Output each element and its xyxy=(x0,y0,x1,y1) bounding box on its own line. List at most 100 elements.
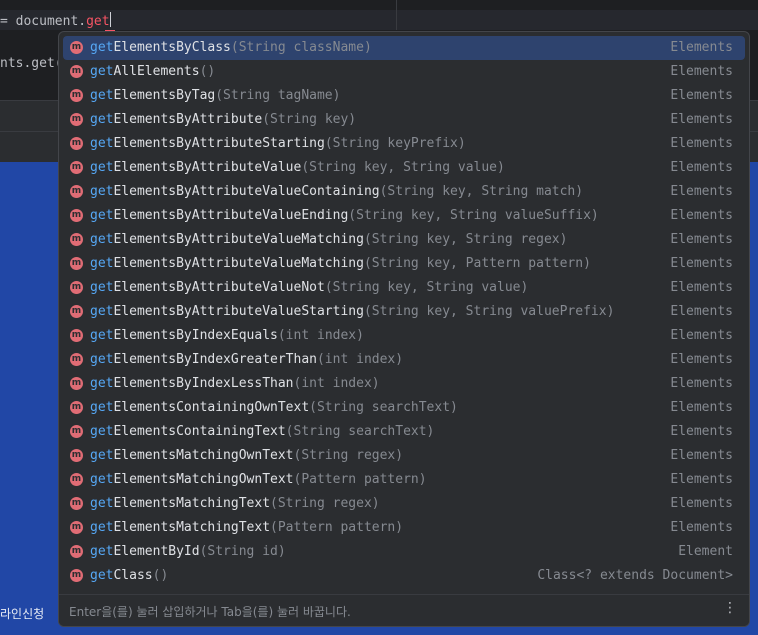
method-params: (String key, String value) xyxy=(324,280,529,295)
method-signature: getElementsContainingOwnText(String sear… xyxy=(90,400,458,415)
background-text: 라인신청 xyxy=(0,607,45,621)
method-icon: m xyxy=(70,257,83,270)
method-icon: m xyxy=(70,233,83,246)
method-params: (String keyPrefix) xyxy=(324,136,466,151)
match-highlight: get xyxy=(90,256,114,271)
footer-hint: Enter을(를) 눌러 삽입하거나 Tab을(를) 눌러 바꿉니다. xyxy=(69,605,351,619)
completion-footer: Enter을(를) 눌러 삽입하거나 Tab을(를) 눌러 바꿉니다. ⋮ xyxy=(59,594,749,626)
editor-split-divider xyxy=(396,0,397,30)
method-icon: m xyxy=(70,473,83,486)
method-signature: getElementsByAttributeValueMatching(Stri… xyxy=(90,256,591,271)
method-name: ElementsByAttributeValueMatching xyxy=(113,232,364,247)
method-params: (String className) xyxy=(230,40,372,55)
completion-popup[interactable]: m getElementsByClass(String className) Ele… xyxy=(58,31,750,627)
method-name: ElementsByIndexLessThan xyxy=(113,376,294,391)
more-options-icon[interactable]: ⋮ xyxy=(723,600,737,616)
method-name: ElementsByIndexEquals xyxy=(113,328,278,343)
return-type: Elements xyxy=(670,352,733,367)
completion-item[interactable]: m getElementsByAttributeStarting(String k… xyxy=(63,132,745,156)
method-signature: getElementsByAttributeValueStarting(Stri… xyxy=(90,304,614,319)
return-type: Elements xyxy=(670,160,733,175)
completion-item[interactable]: m getElementsByAttribute(String key) Eleme… xyxy=(63,108,745,132)
method-params: (String searchText) xyxy=(309,400,458,415)
method-icon: m xyxy=(70,113,83,126)
return-type: Elements xyxy=(670,40,733,55)
method-icon: m xyxy=(70,353,83,366)
method-name: ElementsMatchingOwnText xyxy=(113,472,294,487)
code-text: = document.get xyxy=(0,12,111,29)
method-icon: m xyxy=(70,41,83,54)
method-icon: m xyxy=(70,425,83,438)
method-signature: getElementsByIndexLessThan(int index) xyxy=(90,376,380,391)
return-type: Class<? extends Document> xyxy=(537,568,733,583)
method-params: (String tagName) xyxy=(215,88,341,103)
method-name: ElementsByClass xyxy=(113,40,231,55)
return-type: Elements xyxy=(670,448,733,463)
method-signature: getClass() xyxy=(90,568,168,583)
method-name: ElementsMatchingText xyxy=(113,520,271,535)
completion-item[interactable]: m getAllElements() Elements xyxy=(63,60,745,84)
method-params: (String key) xyxy=(262,112,357,127)
match-highlight: get xyxy=(90,520,114,535)
completion-item[interactable]: m getElementsByIndexEquals(int index) Elem… xyxy=(63,324,745,348)
completion-item[interactable]: m getElementsByAttributeValueStarting(Str… xyxy=(63,300,745,324)
method-params: (String regex) xyxy=(293,448,404,463)
method-signature: getAllElements() xyxy=(90,64,215,79)
completion-item[interactable]: m getElementById(String id) Element xyxy=(63,540,745,564)
completion-item[interactable]: m getElementsByTag(String tagName) Element… xyxy=(63,84,745,108)
method-icon: m xyxy=(70,89,83,102)
match-highlight: get xyxy=(90,160,114,175)
completion-item[interactable]: m getElementsMatchingOwnText(String regex… xyxy=(63,444,745,468)
completion-item[interactable]: m getElementsMatchingOwnText(Pattern patt… xyxy=(63,468,745,492)
completion-item[interactable]: m getElementsByIndexGreaterThan(int index… xyxy=(63,348,745,372)
completion-item[interactable]: m getElementsByAttributeValue(String key,… xyxy=(63,156,745,180)
match-highlight: get xyxy=(90,352,114,367)
method-params: (String key, String valueSuffix) xyxy=(348,208,599,223)
method-params: (String key, String regex) xyxy=(363,232,568,247)
code-line-current[interactable]: = document.get xyxy=(0,10,758,32)
method-name: ElementsByAttributeStarting xyxy=(113,136,325,151)
completion-item[interactable]: m getElementsByAttributeValueContaining(S… xyxy=(63,180,745,204)
method-signature: getElementsByIndexEquals(int index) xyxy=(90,328,364,343)
match-highlight: get xyxy=(90,376,114,391)
return-type: Elements xyxy=(670,304,733,319)
return-type: Elements xyxy=(670,184,733,199)
completion-item[interactable]: m getElementsByAttributeValueNot(String k… xyxy=(63,276,745,300)
method-icon: m xyxy=(70,449,83,462)
text-caret xyxy=(109,12,111,27)
method-signature: getElementsByAttribute(String key) xyxy=(90,112,356,127)
method-signature: getElementsByAttributeValueContaining(St… xyxy=(90,184,583,199)
completion-item[interactable]: m getElementsContainingOwnText(String sea… xyxy=(63,396,745,420)
return-type: Elements xyxy=(670,88,733,103)
match-highlight: get xyxy=(90,64,114,79)
completion-item[interactable]: m getElementsMatchingText(Pattern pattern… xyxy=(63,516,745,540)
method-name: ElementsByAttributeValueMatching xyxy=(113,256,364,271)
completion-item[interactable]: m getElementsByAttributeValueEnding(Strin… xyxy=(63,204,745,228)
method-params: (int index) xyxy=(293,376,380,391)
method-params: (String key, Pattern pattern) xyxy=(363,256,591,271)
method-icon: m xyxy=(70,281,83,294)
completion-item[interactable]: m getElementsByClass(String className) Ele… xyxy=(63,36,745,60)
return-type: Elements xyxy=(670,376,733,391)
match-highlight: get xyxy=(90,400,114,415)
completion-item[interactable]: m getElementsByAttributeValueMatching(Str… xyxy=(63,228,745,252)
completion-list[interactable]: m getElementsByClass(String className) Ele… xyxy=(59,36,749,588)
method-signature: getElementsByTag(String tagName) xyxy=(90,88,340,103)
completion-item[interactable]: m getClass() Class<? extends Document> xyxy=(63,564,745,588)
method-icon: m xyxy=(70,497,83,510)
method-icon: m xyxy=(70,161,83,174)
method-name: ElementsContainingText xyxy=(113,424,286,439)
method-params: (Pattern pattern) xyxy=(270,520,404,535)
completion-item[interactable]: m getElementsByAttributeValueMatching(Str… xyxy=(63,252,745,276)
method-name: ElementsByTag xyxy=(113,88,216,103)
match-highlight: get xyxy=(90,568,114,583)
completion-item[interactable]: m getElementsByIndexLessThan(int index) El… xyxy=(63,372,745,396)
method-signature: getElementsByClass(String className) xyxy=(90,40,372,55)
completion-item[interactable]: m getElementsMatchingText(String regex) El… xyxy=(63,492,745,516)
method-params: () xyxy=(199,64,216,79)
method-icon: m xyxy=(70,329,83,342)
completion-item[interactable]: m getElementsContainingText(String search… xyxy=(63,420,745,444)
return-type: Elements xyxy=(670,232,733,247)
return-type: Elements xyxy=(670,520,733,535)
method-params: () xyxy=(152,568,169,583)
